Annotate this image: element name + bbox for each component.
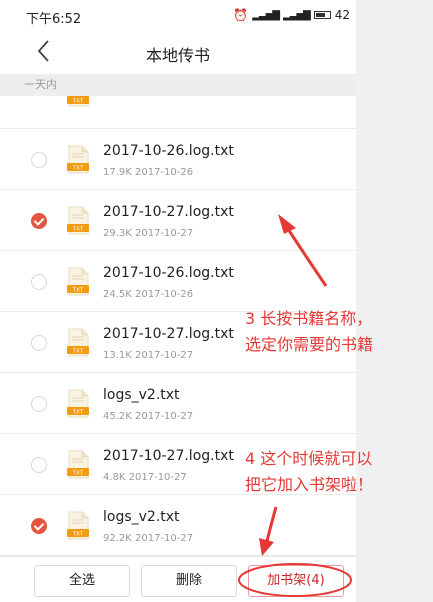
checkbox-checked[interactable] bbox=[31, 213, 47, 229]
txt-badge: TXT bbox=[72, 288, 84, 294]
screenshot: 下午6:52 ⏰ ▂▃▅▇ ▂▃▅▇ 42 本地传书 一天内 TXT316.6K… bbox=[0, 0, 433, 602]
annotation-step4-line1: 4 这个时候就可以 bbox=[245, 449, 373, 468]
status-bar: 下午6:52 ⏰ ▂▃▅▇ ▂▃▅▇ 42 bbox=[0, 0, 356, 30]
file-row[interactable]: TXT 2017-10-27.log.txt 29.3K 2017-10-27 bbox=[0, 190, 356, 251]
checkbox[interactable] bbox=[31, 335, 47, 351]
annotation-step3-line2: 选定你需要的书籍 bbox=[245, 335, 374, 354]
file-name: 2017-10-27.log.txt bbox=[103, 326, 234, 342]
file-meta: 24.5K 2017-10-26 bbox=[103, 289, 194, 300]
txt-badge: TXT bbox=[72, 99, 84, 105]
txt-file-icon: TXT bbox=[67, 328, 89, 357]
checkbox[interactable] bbox=[31, 274, 47, 290]
file-meta: 29.3K 2017-10-27 bbox=[103, 228, 194, 239]
file-meta: 4.8K 2017-10-27 bbox=[103, 472, 187, 483]
header: 本地传书 bbox=[0, 30, 356, 74]
file-meta: 92.2K 2017-10-27 bbox=[103, 533, 194, 544]
annotation-step4-line2: 把它加入书架啦！ bbox=[245, 475, 374, 494]
file-name: 2017-10-27.log.txt bbox=[103, 204, 234, 220]
select-all-button[interactable]: 全选 bbox=[34, 565, 130, 597]
checkbox[interactable] bbox=[31, 457, 47, 473]
txt-file-icon: TXT bbox=[67, 389, 89, 418]
file-meta: 13.1K 2017-10-27 bbox=[103, 350, 194, 361]
file-name: 2017-10-26.log.txt bbox=[103, 265, 234, 281]
file-meta: 17.9K 2017-10-26 bbox=[103, 167, 194, 178]
delete-button[interactable]: 删除 bbox=[141, 565, 237, 597]
checkbox[interactable] bbox=[31, 152, 47, 168]
file-name: logs_v2.txt bbox=[103, 509, 180, 525]
background-panel bbox=[356, 0, 433, 602]
file-name: 2017-10-27.log.txt bbox=[103, 448, 234, 464]
file-row[interactable]: TXT logs_v2.txt 45.2K 2017-10-27 bbox=[0, 373, 356, 434]
phone-screen: 下午6:52 ⏰ ▂▃▅▇ ▂▃▅▇ 42 本地传书 一天内 TXT316.6K… bbox=[0, 0, 356, 602]
battery-level: 42 bbox=[334, 8, 350, 22]
file-row[interactable]: TXT logs_v2.txt 92.2K 2017-10-27 bbox=[0, 495, 356, 556]
bottom-bar: 全选 删除 加书架(4) bbox=[0, 556, 356, 602]
file-row[interactable]: TXT 2017-10-26.log.txt 24.5K 2017-10-26 bbox=[0, 251, 356, 312]
checkbox[interactable] bbox=[31, 396, 47, 412]
file-row[interactable]: TXT316.6K 2017-10-27 bbox=[0, 96, 356, 129]
txt-file-icon: TXT bbox=[67, 511, 89, 540]
txt-file-icon: TXT bbox=[67, 450, 89, 479]
page-title: 本地传书 bbox=[145, 46, 210, 65]
txt-badge: TXT bbox=[72, 471, 84, 477]
txt-file-icon: TXT bbox=[67, 96, 89, 107]
file-name: 2017-10-26.log.txt bbox=[103, 143, 234, 159]
txt-badge: TXT bbox=[72, 410, 84, 416]
txt-file-icon: TXT bbox=[67, 145, 89, 174]
annotation-step3-line1: 3 长按书籍名称， bbox=[245, 309, 373, 328]
section-label: 一天内 bbox=[0, 74, 356, 96]
add-to-shelf-button[interactable]: 加书架(4) bbox=[248, 565, 344, 597]
txt-badge: TXT bbox=[72, 532, 84, 538]
status-icons: ⏰ ▂▃▅▇ ▂▃▅▇ 42 bbox=[233, 8, 350, 22]
file-row[interactable]: TXT 2017-10-26.log.txt 17.9K 2017-10-26 bbox=[0, 129, 356, 190]
txt-badge: TXT bbox=[72, 227, 84, 233]
txt-file-icon: TXT bbox=[67, 206, 89, 235]
txt-badge: TXT bbox=[72, 166, 84, 172]
status-time: 下午6:52 bbox=[26, 12, 82, 27]
txt-badge: TXT bbox=[72, 349, 84, 355]
alarm-icon: ⏰ bbox=[233, 8, 249, 22]
file-name: logs_v2.txt bbox=[103, 387, 180, 403]
signal-icon: ▂▃▅▇ bbox=[252, 9, 280, 21]
checkbox-checked[interactable] bbox=[31, 518, 47, 534]
signal-icon: ▂▃▅▇ bbox=[282, 9, 311, 21]
file-meta: 45.2K 2017-10-27 bbox=[103, 411, 194, 422]
battery-icon bbox=[313, 11, 331, 19]
txt-file-icon: TXT bbox=[67, 267, 89, 296]
